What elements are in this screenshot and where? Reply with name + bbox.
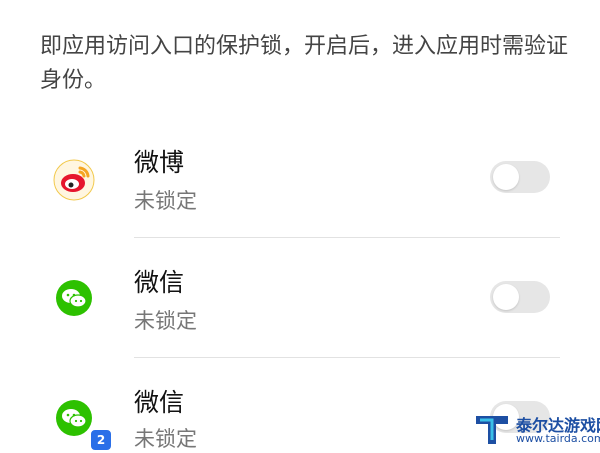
app-status-wechat-clone: 未锁定 bbox=[134, 427, 197, 451]
lock-toggle-wechat[interactable] bbox=[490, 281, 550, 313]
watermark-logo-icon bbox=[476, 416, 508, 444]
app-row-weibo[interactable] bbox=[0, 0, 600, 201]
divider bbox=[134, 237, 560, 238]
weibo-icon bbox=[52, 158, 96, 202]
clone-badge: 2 bbox=[89, 428, 113, 452]
watermark: 泰尔达游戏网 www.tairda.com bbox=[468, 410, 600, 448]
app-name-wechat-clone: 微信 bbox=[134, 388, 185, 417]
divider bbox=[134, 357, 560, 358]
watermark-url: www.tairda.com bbox=[516, 432, 600, 445]
app-status-wechat: 未锁定 bbox=[134, 309, 197, 333]
toggle-knob bbox=[493, 164, 519, 190]
toggle-knob bbox=[493, 284, 519, 310]
app-status-weibo: 未锁定 bbox=[134, 189, 197, 213]
app-name-weibo: 微博 bbox=[134, 148, 185, 177]
wechat-icon bbox=[52, 276, 96, 320]
lock-toggle-weibo[interactable] bbox=[490, 161, 550, 193]
app-name-wechat: 微信 bbox=[134, 268, 185, 297]
